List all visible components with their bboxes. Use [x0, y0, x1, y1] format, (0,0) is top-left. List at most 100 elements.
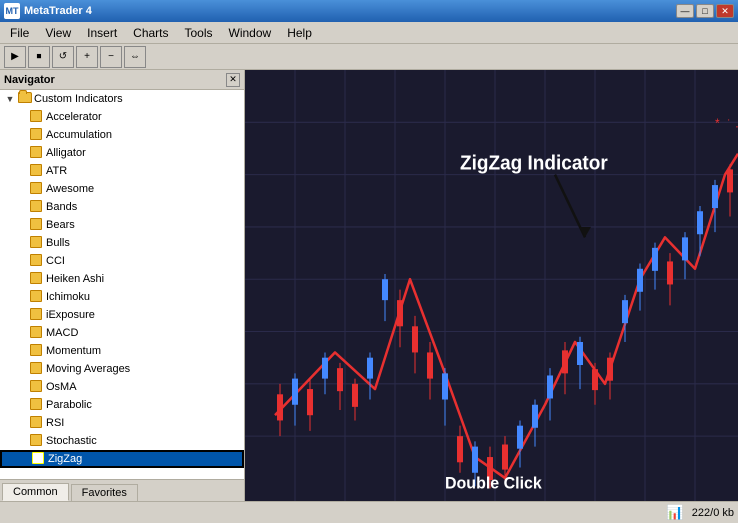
- tree-item-stochastic[interactable]: Stochastic: [0, 432, 244, 450]
- tree-item-momentum[interactable]: Momentum: [0, 342, 244, 360]
- item-label-rsi: RSI: [46, 417, 64, 429]
- toolbar-btn-3[interactable]: ↺: [52, 46, 74, 68]
- svg-text:*: *: [715, 116, 720, 130]
- indicator-icon: [30, 254, 44, 268]
- item-label-accumulation: Accumulation: [46, 129, 112, 141]
- item-label-bands: Bands: [46, 201, 77, 213]
- custom-indicators-label: Custom Indicators: [34, 93, 123, 105]
- tree-item-heiken-ashi[interactable]: Heiken Ashi: [0, 270, 244, 288]
- tab-favorites[interactable]: Favorites: [71, 484, 138, 501]
- main-content: Navigator ✕ ▼ Custom Indicators Accelera…: [0, 70, 738, 501]
- indicator-icon: [30, 200, 44, 214]
- toolbar-btn-1[interactable]: ▶: [4, 46, 26, 68]
- indicator-icon: [30, 398, 44, 412]
- menu-view[interactable]: View: [37, 24, 79, 42]
- menu-tools[interactable]: Tools: [177, 24, 221, 42]
- item-label-momentum: Momentum: [46, 345, 101, 357]
- item-label-atr: ATR: [46, 165, 67, 177]
- indicator-icon: [30, 434, 44, 448]
- minimize-button[interactable]: —: [676, 4, 694, 18]
- item-label-accelerator: Accelerator: [46, 111, 102, 123]
- tree-item-osma[interactable]: OsMA: [0, 378, 244, 396]
- indicator-icon: [30, 218, 44, 232]
- indicator-icon: [30, 290, 44, 304]
- indicator-icon: [30, 236, 44, 250]
- tree-item-accumulation[interactable]: Accumulation: [0, 126, 244, 144]
- menu-insert[interactable]: Insert: [79, 24, 125, 42]
- indicator-icon: [30, 128, 44, 142]
- window-controls: — □ ✕: [676, 4, 734, 18]
- memory-display: 222/0 kb: [692, 507, 734, 519]
- tab-common[interactable]: Common: [2, 483, 69, 501]
- spacer: [16, 111, 28, 123]
- menu-help[interactable]: Help: [279, 24, 320, 42]
- tree-item-awesome[interactable]: Awesome: [0, 180, 244, 198]
- navigator-tabs: Common Favorites: [0, 479, 244, 501]
- svg-text:ZigZag Indicator: ZigZag Indicator: [460, 152, 608, 174]
- tree-item-iexposure[interactable]: iExposure: [0, 306, 244, 324]
- maximize-button[interactable]: □: [696, 4, 714, 18]
- navigator-tree[interactable]: ▼ Custom Indicators Accelerator Accumula…: [0, 90, 244, 479]
- tree-item-zigzag[interactable]: ZigZag: [0, 450, 244, 468]
- indicator-icon: [30, 344, 44, 358]
- indicator-icon: [30, 164, 44, 178]
- indicator-icon: [30, 272, 44, 286]
- item-label-zigzag: ZigZag: [48, 453, 82, 465]
- tree-item-bands[interactable]: Bands: [0, 198, 244, 216]
- item-label-iexposure: iExposure: [46, 309, 95, 321]
- tree-item-rsi[interactable]: RSI: [0, 414, 244, 432]
- item-label-macd: MACD: [46, 327, 78, 339]
- item-label-cci: CCI: [46, 255, 65, 267]
- menu-bar: File View Insert Charts Tools Window Hel…: [0, 22, 738, 44]
- folder-icon: [18, 92, 32, 106]
- tree-item-cci[interactable]: CCI: [0, 252, 244, 270]
- item-label-ichimoku: Ichimoku: [46, 291, 90, 303]
- menu-file[interactable]: File: [2, 24, 37, 42]
- menu-charts[interactable]: Charts: [125, 24, 176, 42]
- tree-root-custom-indicators[interactable]: ▼ Custom Indicators: [0, 90, 244, 108]
- item-label-bulls: Bulls: [46, 237, 70, 249]
- indicator-icon: [32, 452, 46, 466]
- navigator-panel: Navigator ✕ ▼ Custom Indicators Accelera…: [0, 70, 245, 501]
- chart-icon: 📊: [666, 504, 683, 521]
- tree-item-ichimoku[interactable]: Ichimoku: [0, 288, 244, 306]
- chart-svg: * · · ZigZag Indicator Double Click: [245, 70, 738, 501]
- toolbar-btn-2[interactable]: ⏹: [28, 46, 50, 68]
- status-bar: 📊 222/0 kb: [0, 501, 738, 523]
- app-title: MetaTrader 4: [24, 5, 92, 17]
- indicator-icon: [30, 362, 44, 376]
- item-label-parabolic: Parabolic: [46, 399, 92, 411]
- toolbar-btn-6[interactable]: ⇔: [124, 46, 146, 68]
- item-label-moving-averages: Moving Averages: [46, 363, 130, 375]
- status-right: 📊 222/0 kb: [666, 504, 734, 521]
- svg-text:Double Click: Double Click: [445, 474, 543, 492]
- item-label-osma: OsMA: [46, 381, 77, 393]
- tree-item-macd[interactable]: MACD: [0, 324, 244, 342]
- toolbar-btn-5[interactable]: −: [100, 46, 122, 68]
- tree-item-moving-averages[interactable]: Moving Averages: [0, 360, 244, 378]
- indicator-icon: [30, 380, 44, 394]
- close-button[interactable]: ✕: [716, 4, 734, 18]
- tree-item-bears[interactable]: Bears: [0, 216, 244, 234]
- title-bar: MT MetaTrader 4 — □ ✕: [0, 0, 738, 22]
- item-label-awesome: Awesome: [46, 183, 94, 195]
- tree-item-alligator[interactable]: Alligator: [0, 144, 244, 162]
- toolbar-btn-4[interactable]: +: [76, 46, 98, 68]
- item-label-heiken-ashi: Heiken Ashi: [46, 273, 104, 285]
- indicator-icon: [30, 182, 44, 196]
- tree-item-accelerator[interactable]: Accelerator: [0, 108, 244, 126]
- item-label-stochastic: Stochastic: [46, 435, 97, 447]
- navigator-close-button[interactable]: ✕: [226, 73, 240, 87]
- menu-window[interactable]: Window: [221, 24, 280, 42]
- app-icon: MT: [4, 3, 20, 19]
- indicator-icon: [30, 308, 44, 322]
- tree-item-bulls[interactable]: Bulls: [0, 234, 244, 252]
- item-label-alligator: Alligator: [46, 147, 86, 159]
- indicator-icon: [30, 416, 44, 430]
- navigator-header: Navigator ✕: [0, 70, 244, 90]
- tree-item-atr[interactable]: ATR: [0, 162, 244, 180]
- navigator-title: Navigator: [4, 74, 55, 86]
- tree-item-parabolic[interactable]: Parabolic: [0, 396, 244, 414]
- expand-icon: ▼: [4, 93, 16, 105]
- indicator-icon: [30, 326, 44, 340]
